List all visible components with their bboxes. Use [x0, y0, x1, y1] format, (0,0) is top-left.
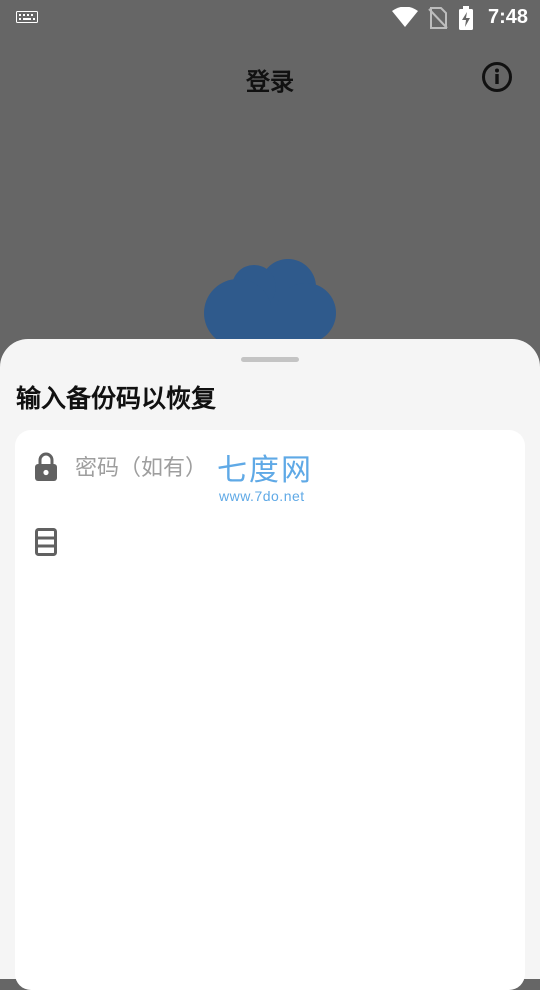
- keyboard-icon: [16, 11, 38, 23]
- info-icon[interactable]: [481, 61, 513, 93]
- restore-bottom-sheet: 输入备份码以恢复: [0, 339, 540, 990]
- lock-icon: [35, 452, 57, 481]
- app-header: 登录: [0, 48, 540, 108]
- password-input[interactable]: [75, 448, 495, 488]
- input-card: [15, 430, 525, 990]
- backup-code-row: [15, 512, 525, 574]
- wifi-icon: [392, 7, 418, 27]
- cloud-icon: [204, 259, 336, 345]
- no-sim-icon: [428, 7, 448, 29]
- drag-handle[interactable]: [241, 357, 299, 362]
- list-icon: [35, 528, 57, 556]
- backup-code-input[interactable]: [75, 522, 495, 562]
- password-row: [15, 430, 525, 502]
- sheet-title: 输入备份码以恢复: [16, 384, 217, 413]
- page-title: 登录: [246, 68, 294, 96]
- status-time: 7:48: [487, 6, 528, 28]
- battery-charging-icon: [459, 6, 473, 30]
- status-bar: 7:48: [0, 0, 540, 36]
